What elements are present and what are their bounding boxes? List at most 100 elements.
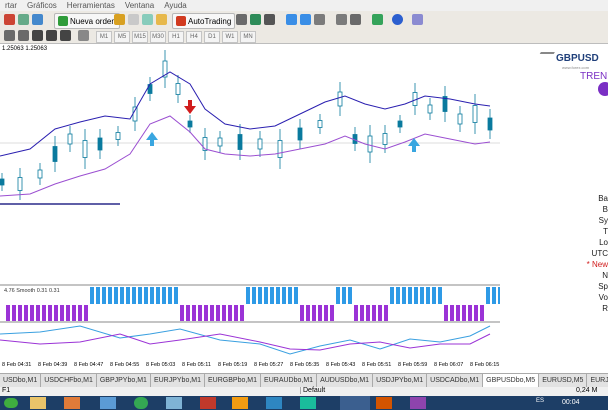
start-icon[interactable] xyxy=(4,398,18,408)
new-order-button[interactable]: Nueva orden xyxy=(54,13,120,29)
histogram-bar xyxy=(300,305,304,321)
tab-eurusd[interactable]: EURUSD,M5 xyxy=(539,374,588,388)
info-label: Sy xyxy=(598,216,608,225)
taskbar-app-icon[interactable] xyxy=(100,397,116,409)
indicators-icon[interactable] xyxy=(372,14,383,25)
histogram-bar xyxy=(258,287,262,304)
cursor-icon[interactable] xyxy=(4,30,15,41)
histogram-bar xyxy=(42,305,46,321)
market-watch-icon[interactable] xyxy=(32,14,43,25)
info-label: UTC xyxy=(591,249,608,258)
taskbar-app-icon[interactable] xyxy=(266,397,282,409)
price-chart[interactable]: 1.25063 1.25063 4.76 Smooth 0.31 0.31 8 … xyxy=(0,44,500,373)
histogram-bar xyxy=(390,287,394,304)
vertical-line-icon[interactable] xyxy=(350,14,361,25)
candle-body xyxy=(0,178,5,186)
metatrader-taskbar-button[interactable] xyxy=(340,396,370,410)
tf-h1[interactable]: H1 xyxy=(168,31,184,43)
templates-icon[interactable] xyxy=(412,14,423,25)
line-chart-icon[interactable] xyxy=(264,14,275,25)
histogram-bar xyxy=(294,287,298,304)
info-label: B xyxy=(602,205,608,214)
new-chart-icon[interactable] xyxy=(4,14,15,25)
horizontal-line-tool-icon[interactable] xyxy=(46,30,57,41)
taskbar-app-icon[interactable] xyxy=(376,397,392,409)
language-indicator[interactable]: ES xyxy=(536,398,544,404)
trend-label: TREND xyxy=(580,71,608,82)
options-icon[interactable] xyxy=(128,14,139,25)
tab-usdcadbo[interactable]: USDCADbo,M1 xyxy=(427,374,484,388)
histogram-bar xyxy=(126,287,130,304)
candlestick-icon[interactable] xyxy=(250,14,261,25)
zoom-out-icon[interactable] xyxy=(300,14,311,25)
tab-euraudbo[interactable]: EURAUDbo,M1 xyxy=(261,374,318,388)
expert-icon[interactable] xyxy=(114,14,125,25)
tab-eurj[interactable]: EURJ xyxy=(587,374,608,388)
tf-m1[interactable]: M1 xyxy=(96,31,112,43)
menu-item-ventana[interactable]: Ventana xyxy=(120,1,159,10)
histogram-bar xyxy=(144,287,148,304)
time-axis-label: 8 Feb 04:55 xyxy=(110,362,140,368)
history-icon[interactable] xyxy=(142,14,153,25)
candle-body xyxy=(82,140,88,158)
histogram-bar xyxy=(366,305,370,321)
period-icon[interactable] xyxy=(392,14,403,25)
tf-d1[interactable]: D1 xyxy=(204,31,220,43)
menu-item-graficos[interactable]: Gráficos xyxy=(22,1,62,10)
menu-item-ayuda[interactable]: Ayuda xyxy=(159,1,192,10)
taskbar-app-icon[interactable] xyxy=(166,397,182,409)
tf-mn[interactable]: MN xyxy=(240,31,256,43)
tab-gbpjpybo[interactable]: GBPJPYbo,M1 xyxy=(97,374,151,388)
vertical-line-tool-icon[interactable] xyxy=(32,30,43,41)
folder-icon[interactable] xyxy=(156,14,167,25)
candle-body xyxy=(472,105,478,123)
taskbar-app-icon[interactable] xyxy=(64,397,80,409)
clock[interactable]: 00:04 xyxy=(562,399,580,406)
tab-gbpusdbo[interactable]: GBPUSDbo,M5 xyxy=(483,374,540,388)
tf-m15[interactable]: M15 xyxy=(132,31,148,43)
candle-body xyxy=(427,104,433,114)
tf-w1[interactable]: W1 xyxy=(222,31,238,43)
tab-usdjpybo[interactable]: USDJPYbo,M1 xyxy=(373,374,428,388)
tf-m30[interactable]: M30 xyxy=(150,31,166,43)
tab-usdbo[interactable]: USDbo,M1 xyxy=(0,374,42,388)
histogram-bar xyxy=(222,305,226,321)
time-axis-label: 8 Feb 05:03 xyxy=(146,362,176,368)
histogram-bar xyxy=(372,305,376,321)
tile-icon[interactable] xyxy=(314,14,325,25)
info-label: T xyxy=(603,227,608,236)
tab-eurgbpbo[interactable]: EURGBPbo,M1 xyxy=(205,374,262,388)
histogram-bar xyxy=(420,287,424,304)
shapes-tool-icon[interactable] xyxy=(78,30,89,41)
histogram-bar xyxy=(12,305,16,321)
tab-eurjpybo[interactable]: EURJPYbo,M1 xyxy=(151,374,206,388)
taskbar-app-icon[interactable] xyxy=(200,397,216,409)
crosshair-icon[interactable] xyxy=(336,14,347,25)
candle-body xyxy=(297,127,303,141)
bar-chart-icon[interactable] xyxy=(236,14,247,25)
histogram-bar xyxy=(36,305,40,321)
tab-usdchfbo[interactable]: USDCHFbo,M1 xyxy=(41,374,97,388)
histogram-bar xyxy=(252,287,256,304)
menu-item-herramientas[interactable]: Herramientas xyxy=(62,1,120,10)
tf-h4[interactable]: H4 xyxy=(186,31,202,43)
taskbar-app-icon[interactable] xyxy=(232,397,248,409)
taskbar-app-icon[interactable] xyxy=(410,397,426,409)
zoom-in-icon[interactable] xyxy=(286,14,297,25)
chrome-icon[interactable] xyxy=(134,397,148,409)
profiles-icon[interactable] xyxy=(18,14,29,25)
histogram-bar xyxy=(54,305,58,321)
tf-m5[interactable]: M5 xyxy=(114,31,130,43)
histogram-bar xyxy=(456,305,460,321)
trendline-tool-icon[interactable] xyxy=(60,30,71,41)
time-axis-label: 8 Feb 05:11 xyxy=(182,362,211,368)
autotrading-button[interactable]: AutoTrading xyxy=(172,13,236,29)
menu-bar: rtar Gráficos Herramientas Ventana Ayuda xyxy=(0,0,608,11)
menu-item-archivo[interactable]: rtar xyxy=(0,1,22,10)
taskbar-app-icon[interactable] xyxy=(300,397,316,409)
candle-body xyxy=(97,137,103,151)
tab-audusdbo[interactable]: AUDUSDbo,M1 xyxy=(317,374,374,388)
explorer-icon[interactable] xyxy=(30,397,46,409)
histogram-bar xyxy=(396,287,400,304)
crosshair-tool-icon[interactable] xyxy=(18,30,29,41)
